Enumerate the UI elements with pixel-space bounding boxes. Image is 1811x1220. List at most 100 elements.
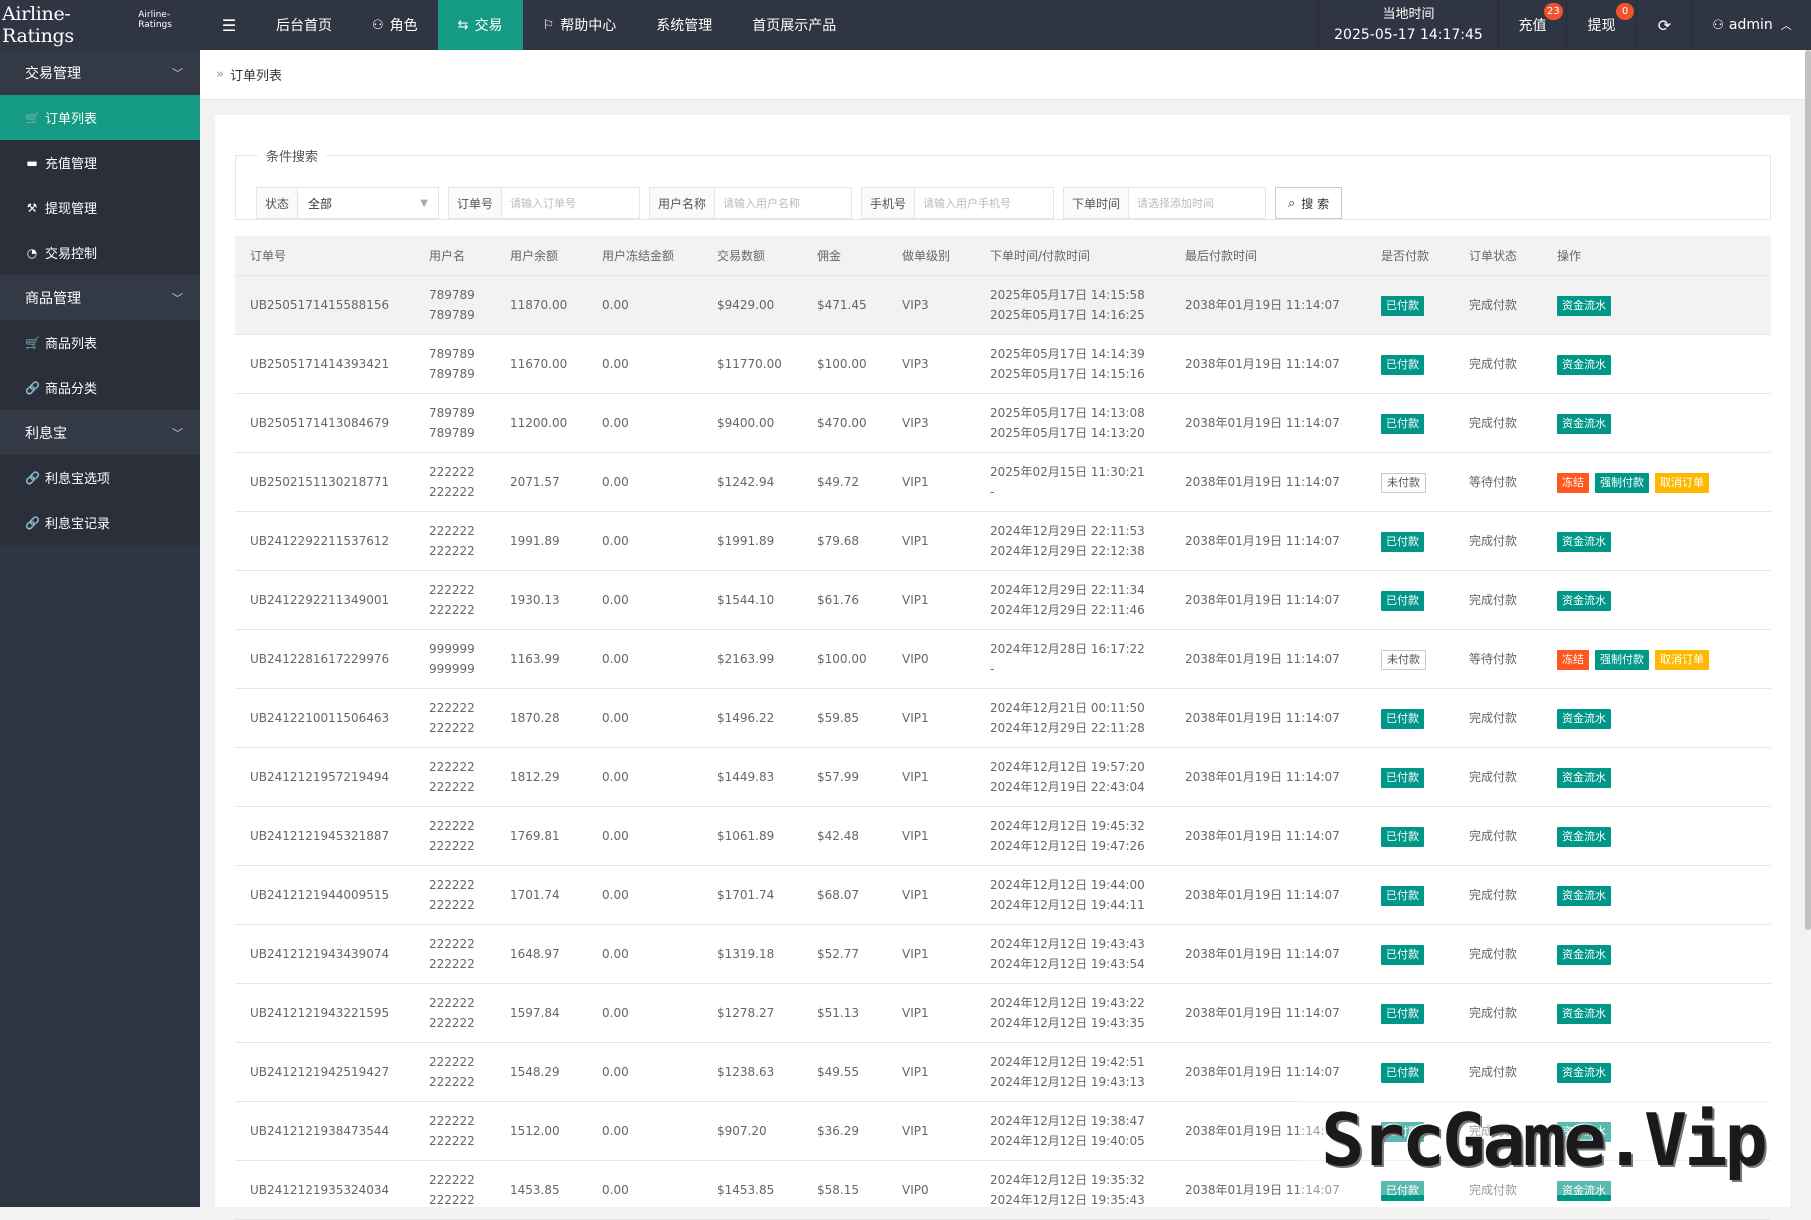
- cell-status: 完成付款: [1454, 511, 1542, 571]
- table-row[interactable]: UB2412210011506463 222222 222222 1870.28 0.0…: [235, 688, 1771, 748]
- user-balance: 1453.85: [510, 1183, 560, 1197]
- breadcrumb-current: 订单列表: [229, 69, 282, 84]
- paid-badge: 已付款: [1381, 1003, 1424, 1024]
- cell-amount: $1449.83: [702, 747, 802, 807]
- cell-paid: 已付款: [1366, 688, 1454, 748]
- sidebar-group-0[interactable]: 交易管理 ﹀: [0, 50, 200, 95]
- freeze-button[interactable]: 冻结: [1557, 472, 1589, 493]
- top-nav-item-1[interactable]: ⚇ 角色: [352, 0, 438, 50]
- fund-flow-button[interactable]: 资金流水: [1557, 1003, 1611, 1024]
- table-row[interactable]: UB2412121943439074 222222 222222 1648.97 0.0…: [235, 924, 1771, 984]
- commission: $59.85: [817, 711, 859, 725]
- cell-balance: 1163.99: [495, 629, 587, 689]
- table-row[interactable]: UB2412281617229976 999999 999999 1163.99 0.0…: [235, 629, 1771, 689]
- frozen-amount: 0.00: [602, 475, 629, 489]
- sidebar-item-0-2[interactable]: ⚒ 提现管理: [0, 185, 200, 230]
- refresh-icon[interactable]: ⟳: [1636, 0, 1692, 50]
- force-pay-button[interactable]: 强制付款: [1595, 472, 1649, 493]
- frozen-amount: 0.00: [602, 357, 629, 371]
- top-nav-item-3[interactable]: ⚐ 帮助中心: [523, 0, 637, 50]
- fund-flow-button[interactable]: 资金流水: [1557, 944, 1611, 965]
- commission: $100.00: [817, 357, 867, 371]
- phone-input[interactable]: [915, 188, 1053, 218]
- phone-label: 手机号: [862, 188, 916, 218]
- top-nav-item-5[interactable]: 首页展示产品: [732, 0, 856, 50]
- username-secondary: 222222: [429, 898, 475, 912]
- cell-frozen: 0.00: [587, 1042, 702, 1102]
- vip-level: VIP1: [902, 770, 929, 784]
- cell-paid: 已付款: [1366, 393, 1454, 453]
- sidebar-item-1-1[interactable]: 🔗 商品分类: [0, 365, 200, 410]
- table-row[interactable]: UB2412292211537612 222222 222222 1991.89 0.0…: [235, 511, 1771, 571]
- fund-flow-button[interactable]: 资金流水: [1557, 531, 1611, 552]
- recharge-button[interactable]: 充值 23: [1498, 0, 1566, 50]
- commission: $51.13: [817, 1006, 859, 1020]
- sidebar-group-2[interactable]: 利息宝 ﹀: [0, 410, 200, 455]
- sidebar-item-2-0[interactable]: 🔗 利息宝选项: [0, 455, 200, 500]
- table-row[interactable]: UB2505171414393421 789789 789789 11670.00 0.…: [235, 334, 1771, 394]
- sidebar-item-1-0[interactable]: 🛒 商品列表: [0, 320, 200, 365]
- fund-flow-button[interactable]: 资金流水: [1557, 767, 1611, 788]
- table-row[interactable]: UB2412121945321887 222222 222222 1769.81 0.0…: [235, 806, 1771, 866]
- cell-level: VIP1: [887, 688, 975, 748]
- table-row[interactable]: UB2505171415588156 789789 789789 11870.00 0.…: [235, 275, 1771, 335]
- fund-flow-button[interactable]: 资金流水: [1557, 885, 1611, 906]
- sidebar-group-label: 交易管理: [25, 65, 81, 82]
- pay-time: 2024年12月12日 19:44:11: [990, 898, 1145, 912]
- logo-text: Airline-Ratings: [2, 3, 74, 47]
- order-number: UB2412121942519427: [250, 1065, 390, 1079]
- column-header: 是否付款: [1366, 236, 1454, 276]
- time-input[interactable]: [1129, 188, 1265, 218]
- sidebar-item-2-1[interactable]: 🔗 利息宝记录: [0, 500, 200, 545]
- status-select-value[interactable]: 全部 ▼: [298, 188, 438, 218]
- status-select[interactable]: 状态 全部 ▼: [256, 187, 439, 219]
- last-pay-time: 2038年01月19日 11:14:07: [1185, 357, 1340, 371]
- fund-flow-button[interactable]: 资金流水: [1557, 295, 1611, 316]
- top-nav-label: 角色: [389, 18, 418, 34]
- cell-paid: 已付款: [1366, 570, 1454, 630]
- username-input[interactable]: [715, 188, 851, 218]
- table-row[interactable]: UB2502151130218771 222222 222222 2071.57 0.0…: [235, 452, 1771, 512]
- fund-flow-button[interactable]: 资金流水: [1557, 413, 1611, 434]
- last-pay-time: 2038年01月19日 11:14:07: [1185, 593, 1340, 607]
- order-field: 订单号: [448, 187, 640, 219]
- fund-flow-button[interactable]: 资金流水: [1557, 1062, 1611, 1083]
- sidebar-item-0-1[interactable]: ▬ 充值管理: [0, 140, 200, 185]
- user-menu[interactable]: ⚇ admin ︿: [1692, 0, 1811, 50]
- cell-order: UB2505171413084679: [235, 393, 414, 453]
- cancel-order-button[interactable]: 取消订单: [1655, 649, 1709, 670]
- top-nav-item-0[interactable]: 后台首页: [256, 0, 352, 50]
- top-nav-item-4[interactable]: 系统管理: [636, 0, 732, 50]
- order-status: 完成付款: [1469, 298, 1518, 312]
- fund-flow-button[interactable]: 资金流水: [1557, 708, 1611, 729]
- paid-badge: 已付款: [1381, 413, 1424, 434]
- sidebar-item-0-3[interactable]: ◔ 交易控制: [0, 230, 200, 275]
- table-row[interactable]: UB2412121943221595 222222 222222 1597.84 0.0…: [235, 983, 1771, 1043]
- username: 222222: [429, 701, 475, 715]
- page-scrollbar[interactable]: [1805, 50, 1811, 930]
- cancel-order-button[interactable]: 取消订单: [1655, 472, 1709, 493]
- time-field: 下单时间: [1063, 187, 1266, 219]
- commission: $49.55: [817, 1065, 859, 1079]
- app-logo[interactable]: Airline-Ratings Airline-Ratings: [0, 0, 200, 50]
- fund-flow-button[interactable]: 资金流水: [1557, 354, 1611, 375]
- last-pay-time: 2038年01月19日 11:14:07: [1185, 416, 1340, 430]
- fund-flow-button[interactable]: 资金流水: [1557, 590, 1611, 611]
- vip-level: VIP1: [902, 947, 929, 961]
- table-row[interactable]: UB2412121944009515 222222 222222 1701.74 0.0…: [235, 865, 1771, 925]
- sidebar-group-1[interactable]: 商品管理 ﹀: [0, 275, 200, 320]
- column-header: 订单状态: [1454, 236, 1542, 276]
- top-nav-item-2[interactable]: ⇆ 交易: [437, 0, 523, 50]
- table-row[interactable]: UB2412121957219494 222222 222222 1812.29 0.0…: [235, 747, 1771, 807]
- force-pay-button[interactable]: 强制付款: [1595, 649, 1649, 670]
- table-row[interactable]: UB2505171413084679 789789 789789 11200.00 0.…: [235, 393, 1771, 453]
- order-input[interactable]: [502, 188, 639, 218]
- menu-toggle-icon[interactable]: ☰: [214, 0, 244, 50]
- withdraw-button[interactable]: 提现 0: [1566, 0, 1636, 50]
- freeze-button[interactable]: 冻结: [1557, 649, 1589, 670]
- cell-commission: $52.77: [802, 924, 887, 984]
- table-row[interactable]: UB2412292211349001 222222 222222 1930.13 0.0…: [235, 570, 1771, 630]
- sidebar-item-0-0[interactable]: 🛒 订单列表: [0, 95, 200, 140]
- fund-flow-button[interactable]: 资金流水: [1557, 826, 1611, 847]
- search-button[interactable]: ⌕ 搜 索: [1275, 187, 1343, 219]
